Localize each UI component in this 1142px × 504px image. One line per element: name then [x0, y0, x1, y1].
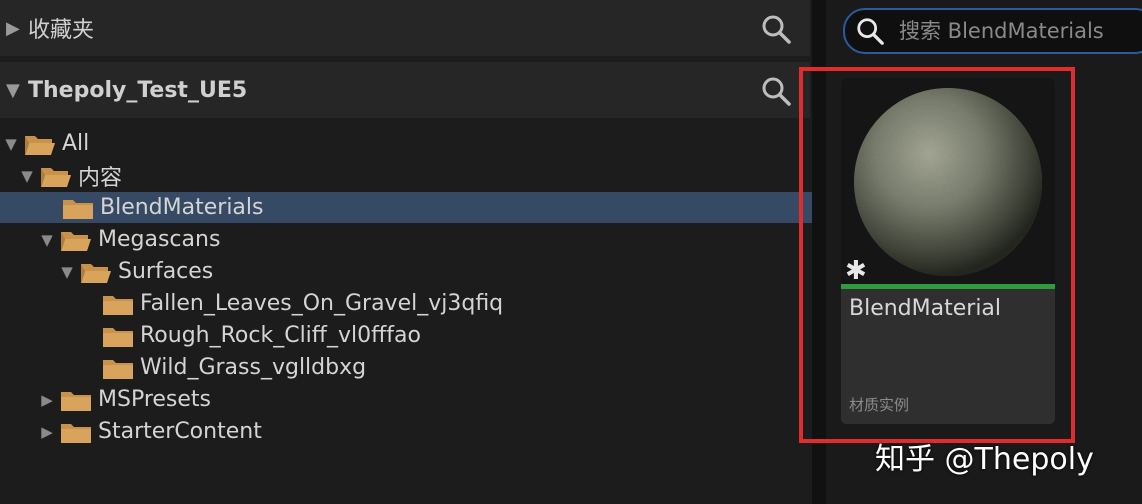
folder-closed-icon [60, 388, 92, 412]
folder-closed-icon [102, 324, 134, 348]
favorites-search-icon[interactable] [760, 13, 792, 45]
project-header[interactable]: ▼ Thepoly_Test_UE5 [0, 62, 810, 118]
asset-search-box[interactable] [843, 8, 1142, 54]
project-label: Thepoly_Test_UE5 [28, 77, 248, 103]
watermark: 知乎 @Thepoly [875, 442, 1094, 477]
tree-item-label: 内容 [78, 165, 123, 191]
expanded-arrow-icon[interactable]: ▼ [18, 167, 36, 185]
project-search-icon[interactable] [760, 75, 792, 107]
content-browser-sources-panel: ▶ 收藏夹 ▼ Thepoly_Test_UE5 ▼ All ▼ 内容 Blen… [0, 0, 822, 504]
favorites-label: 收藏夹 [28, 18, 95, 43]
tree-item-mspresets[interactable]: ▶ MSPresets [0, 384, 812, 415]
tree-item-all[interactable]: ▼ All [0, 128, 812, 159]
highlight-annotation-box [799, 67, 1075, 443]
tree-item-label: Rough_Rock_Cliff_vl0fffao [140, 323, 421, 348]
tree-item-label: Surfaces [118, 259, 214, 284]
tree-item-label: MSPresets [98, 387, 212, 412]
collapsed-arrow-icon[interactable]: ▶ [6, 18, 28, 39]
folder-closed-icon [102, 292, 134, 316]
expanded-arrow-icon[interactable]: ▼ [58, 263, 76, 281]
search-icon [855, 16, 885, 46]
expanded-arrow-icon[interactable]: ▼ [6, 80, 28, 101]
tree-item-surfaces[interactable]: ▼ Surfaces [0, 256, 812, 287]
tree-item-rough-rock[interactable]: Rough_Rock_Cliff_vl0fffao [0, 320, 812, 351]
folder-open-icon [24, 132, 56, 156]
tree-item-fallen-leaves[interactable]: Fallen_Leaves_On_Gravel_vj3qfiq [0, 288, 812, 319]
folder-open-icon [60, 228, 92, 252]
tree-item-label: BlendMaterials [100, 195, 264, 220]
folder-open-icon [40, 164, 72, 188]
tree-item-label: Megascans [98, 227, 221, 252]
expanded-arrow-icon[interactable]: ▼ [2, 135, 20, 153]
tree-item-startercontent[interactable]: ▶ StarterContent [0, 416, 812, 447]
tree-item-megascans[interactable]: ▼ Megascans [0, 224, 812, 255]
folder-tree: ▼ All ▼ 内容 BlendMaterials ▼ Megascans ▼ … [0, 124, 822, 504]
tree-item-label: Fallen_Leaves_On_Gravel_vj3qfiq [140, 291, 504, 316]
tree-item-label: StarterContent [98, 419, 262, 444]
tree-item-wild-grass[interactable]: Wild_Grass_vglldbxg [0, 352, 812, 383]
folder-closed-icon [62, 196, 94, 220]
folder-closed-icon [60, 420, 92, 444]
tree-item-label: All [62, 131, 90, 156]
folder-open-icon [80, 260, 112, 284]
folder-closed-icon [102, 356, 134, 380]
asset-search-input[interactable] [899, 19, 1139, 43]
tree-item-content[interactable]: ▼ 内容 [0, 160, 812, 191]
tree-item-label: Wild_Grass_vglldbxg [140, 355, 367, 380]
favorites-header[interactable]: ▶ 收藏夹 [0, 0, 810, 56]
tree-item-blendmaterials[interactable]: BlendMaterials [0, 192, 812, 223]
collapsed-arrow-icon[interactable]: ▶ [38, 423, 56, 441]
expanded-arrow-icon[interactable]: ▼ [38, 231, 56, 249]
collapsed-arrow-icon[interactable]: ▶ [38, 391, 56, 409]
